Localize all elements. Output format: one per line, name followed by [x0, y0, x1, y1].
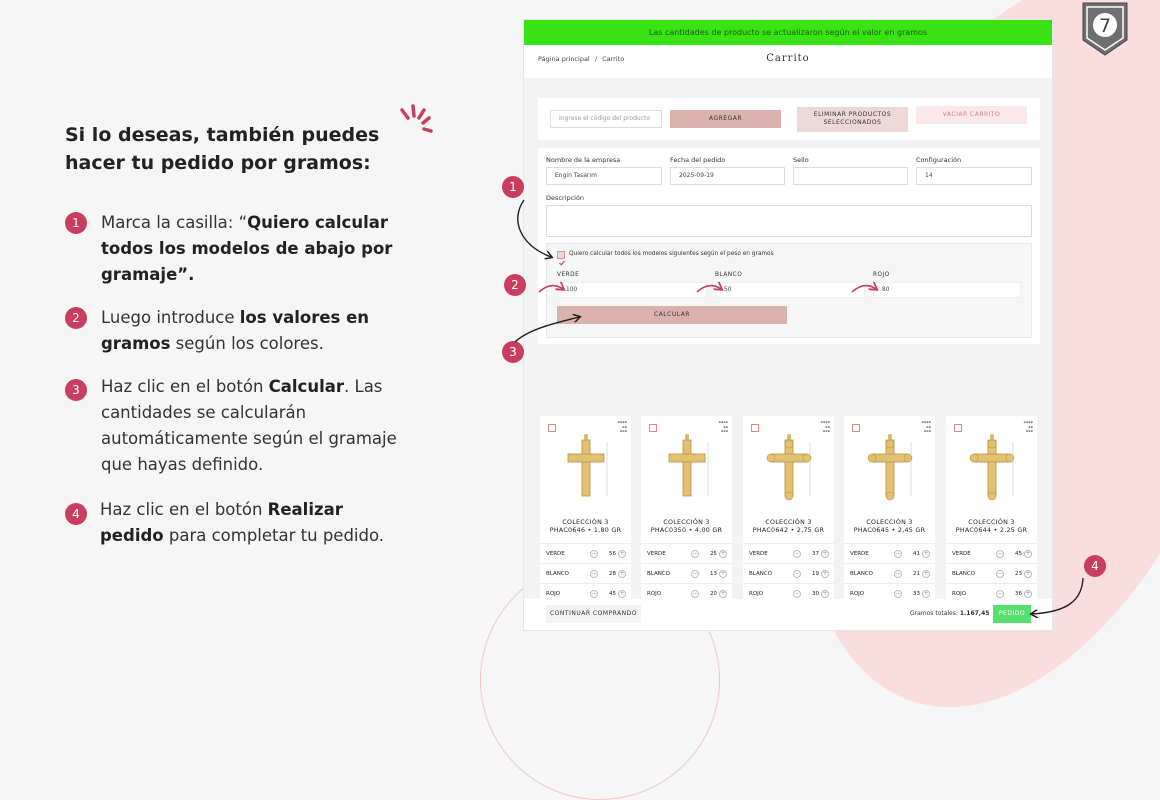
annotation-arrows: [514, 199, 1084, 653]
